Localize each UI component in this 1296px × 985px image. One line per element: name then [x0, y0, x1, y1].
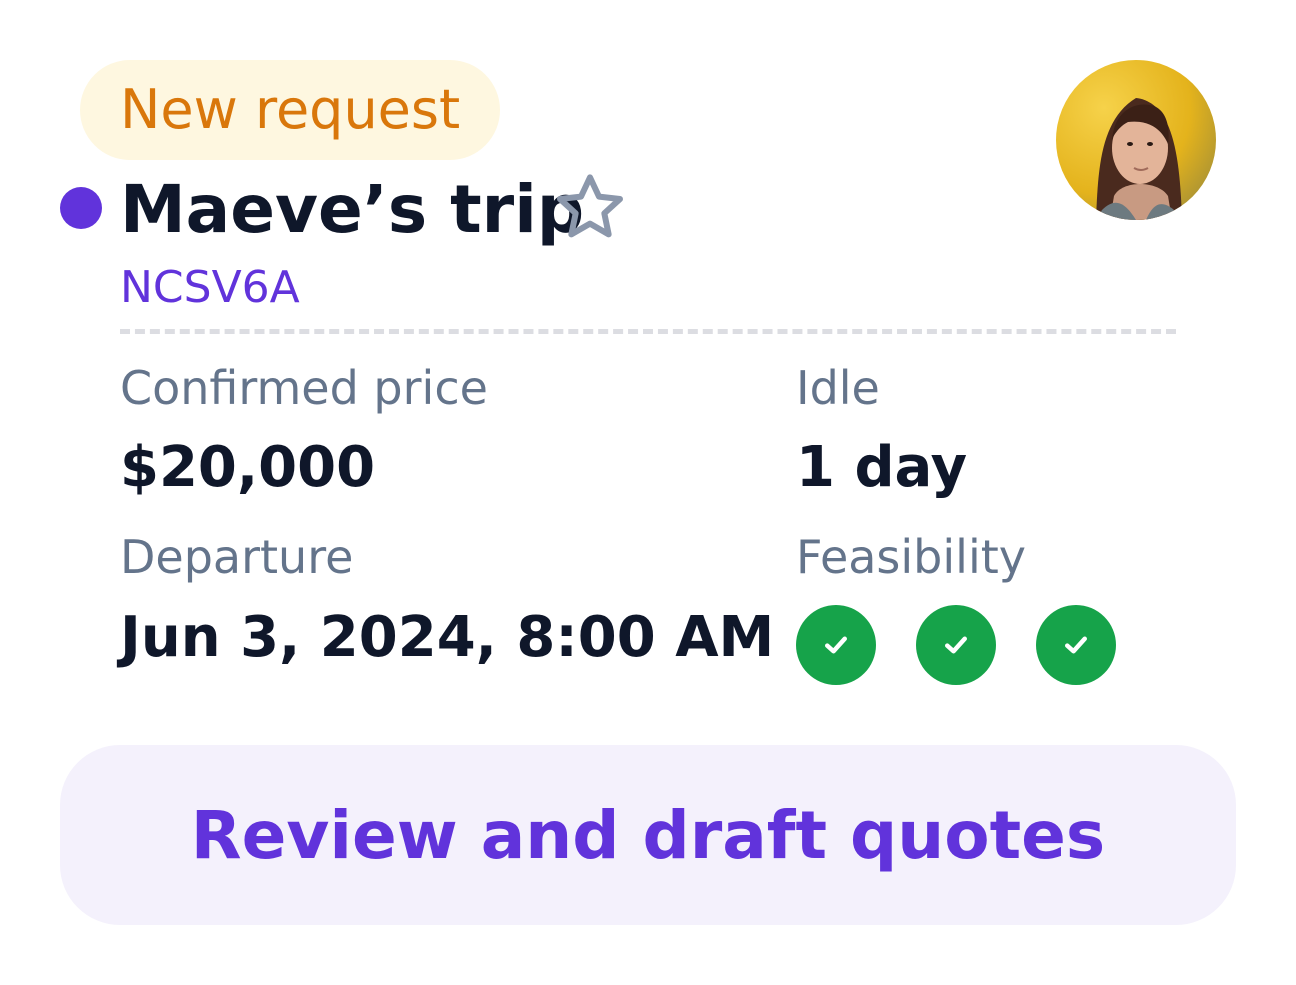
review-and-draft-quotes-button[interactable]: Review and draft quotes [60, 745, 1236, 925]
unread-indicator [60, 187, 102, 229]
confirmed-price-value: $20,000 [120, 435, 376, 500]
trip-reference: NCSV6A [120, 262, 300, 313]
divider [120, 329, 1176, 334]
check-icon [1065, 636, 1087, 654]
feasibility-check-3 [1036, 605, 1116, 685]
departure-label: Departure [120, 530, 354, 584]
favorite-star-button[interactable] [550, 168, 630, 248]
confirmed-price-label: Confirmed price [120, 361, 488, 415]
departure-value: Jun 3, 2024, 8:00 AM [120, 605, 775, 670]
feasibility-check-1 [796, 605, 876, 685]
status-badge: New request [80, 60, 501, 160]
feasibility-check-2 [916, 605, 996, 685]
feasibility-checks [796, 605, 1116, 685]
star-icon [557, 174, 623, 238]
idle-label: Idle [796, 361, 880, 415]
check-icon [945, 636, 967, 654]
feasibility-label: Feasibility [796, 530, 1026, 584]
avatar[interactable] [1056, 60, 1216, 220]
idle-value: 1 day [796, 435, 968, 500]
check-icon [825, 636, 847, 654]
trip-title[interactable]: Maeve’s trip [120, 168, 584, 252]
avatar-photo-icon [1056, 60, 1216, 220]
